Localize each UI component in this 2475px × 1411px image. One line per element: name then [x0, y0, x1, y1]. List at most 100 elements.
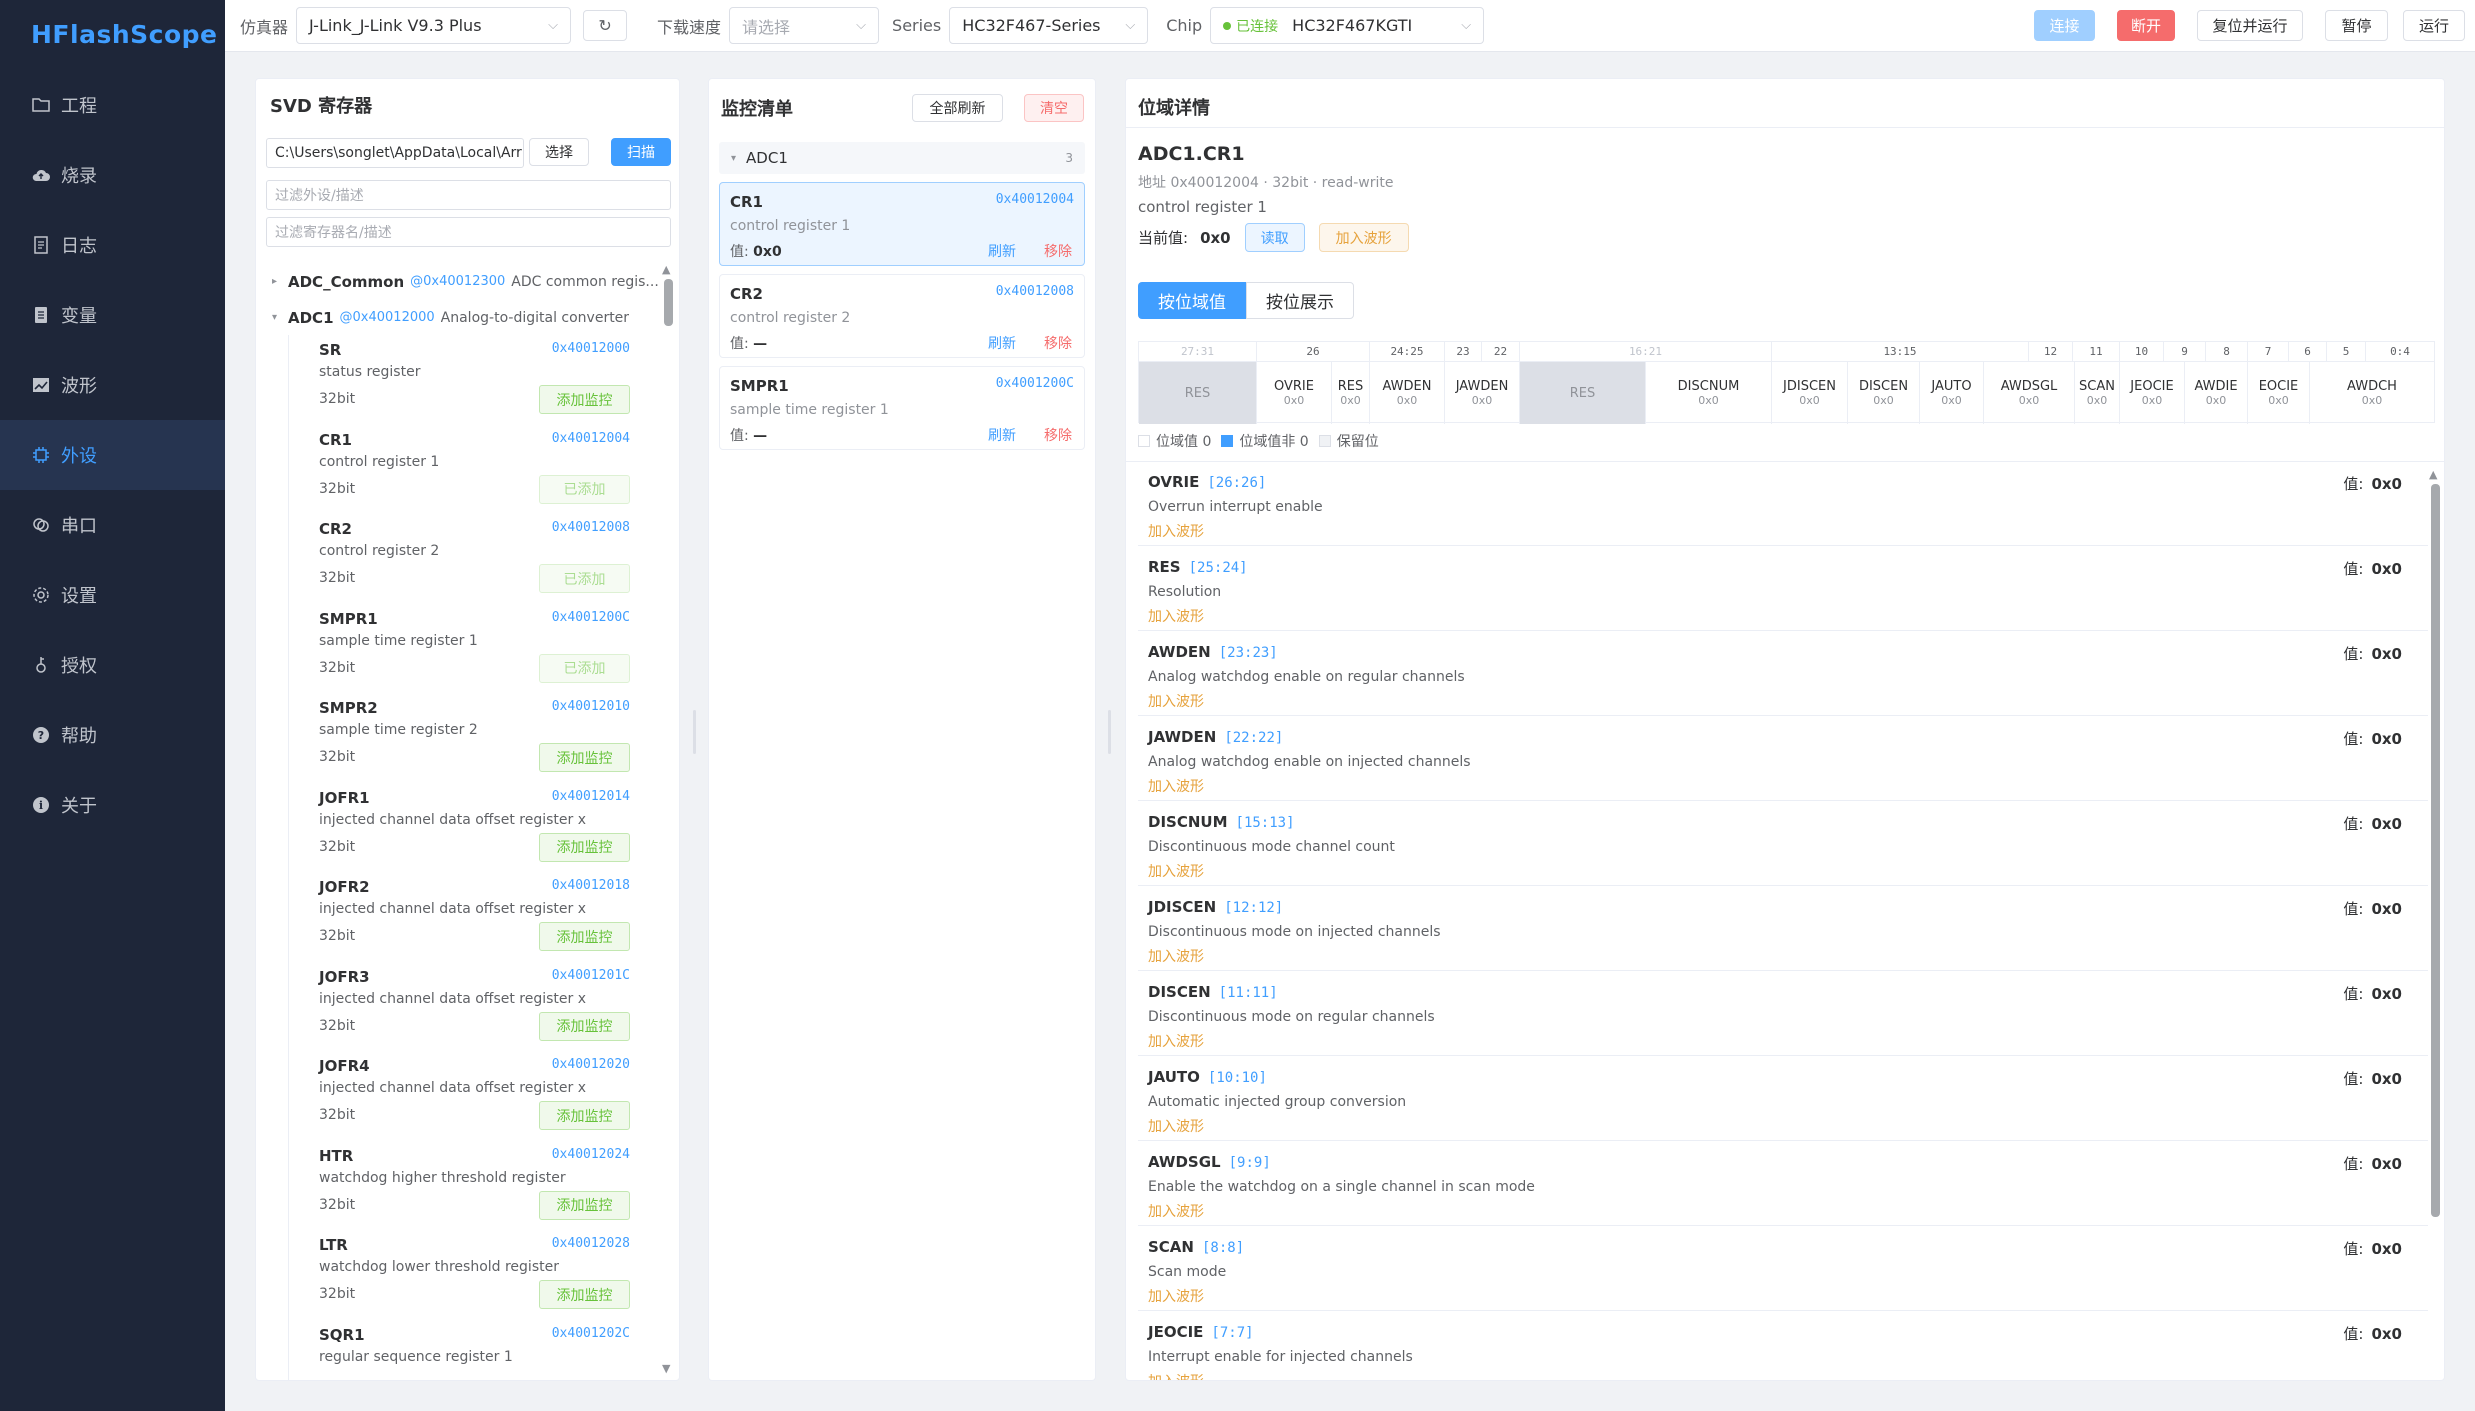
chip-select[interactable]: 已连接 HC32F467KGTI ⌵: [1210, 7, 1485, 44]
add-wave-link[interactable]: 加入波形: [1148, 1201, 1204, 1221]
read-button[interactable]: 读取: [1244, 223, 1305, 252]
series-select[interactable]: HC32F467-Series ⌵: [949, 7, 1149, 44]
register-item[interactable]: JOFR2 0x40012018 injected channel data off…: [289, 872, 654, 962]
remove-link[interactable]: 移除: [1044, 333, 1072, 353]
nav-item-log[interactable]: 日志: [0, 210, 225, 280]
register-item[interactable]: LTR 0x40012028 watchdog lower threshold re…: [289, 1230, 654, 1320]
register-item[interactable]: JOFR3 0x4001201C injected channel data off…: [289, 962, 654, 1052]
add-wave-link[interactable]: 加入波形: [1148, 1031, 1204, 1051]
add-monitor-button[interactable]: 添加监控: [539, 385, 630, 414]
nav-item-help[interactable]: ? 帮助: [0, 700, 225, 770]
monitor-item[interactable]: CR1 0x40012004 control register 1 值: 0x0…: [719, 182, 1085, 266]
field-row[interactable]: JEOCIE [7:7] Interrupt enable for injected…: [1138, 1311, 2428, 1380]
add-wave-link[interactable]: 加入波形: [1148, 691, 1204, 711]
tab-by-field[interactable]: 按位域值: [1138, 282, 1246, 319]
monitor-item[interactable]: SMPR1 0x4001200C sample time register 1 …: [719, 366, 1085, 450]
filter-peripheral-input[interactable]: 过滤外设/描述: [266, 180, 671, 210]
register-item[interactable]: SR 0x40012000 status register 32bit 添加监控: [289, 335, 654, 425]
refresh-all-button[interactable]: 全部刷新: [912, 94, 1003, 122]
register-item[interactable]: HTR 0x40012024 watchdog higher threshold r…: [289, 1141, 654, 1231]
peripheral-row-adc-common[interactable]: ▸ ADC_Common @0x40012300 ADC common regi…: [266, 263, 659, 300]
nav-item-about[interactable]: i 关于: [0, 770, 225, 840]
bitfield-cell[interactable]: AWDCH 0x0: [2310, 362, 2434, 424]
svd-scrollbar[interactable]: [664, 279, 673, 326]
peripheral-row-adc1[interactable]: ▾ ADC1 @0x40012000 Analog-to-digital con…: [266, 299, 629, 336]
bitfield-cell[interactable]: JAUTO 0x0: [1920, 362, 1984, 424]
register-item[interactable]: JOFR1 0x40012014 injected channel data off…: [289, 783, 654, 873]
register-item[interactable]: JOFR4 0x40012020 injected channel data off…: [289, 1051, 654, 1141]
bitfield-cell[interactable]: AWDEN 0x0: [1370, 362, 1445, 424]
add-wave-link[interactable]: 加入波形: [1148, 776, 1204, 796]
field-row[interactable]: SCAN [8:8] Scan mode 加入波形 值: 0x0: [1138, 1226, 2428, 1311]
splitter-handle[interactable]: [693, 710, 696, 754]
pause-button[interactable]: 暂停: [2325, 10, 2388, 41]
register-item[interactable]: SQR1 0x4001202C regular sequence register …: [289, 1320, 654, 1381]
field-row[interactable]: JAWDEN [22:22] Analog watchdog enable on i…: [1138, 716, 2428, 801]
bitfield-cell[interactable]: DISCEN 0x0: [1848, 362, 1920, 424]
monitor-group[interactable]: ▾ ADC1 3: [719, 142, 1085, 174]
nav-item-settings[interactable]: 设置: [0, 560, 225, 630]
bitfield-cell[interactable]: OVRIE 0x0: [1257, 362, 1332, 424]
bitfield-cell[interactable]: AWDSGL 0x0: [1984, 362, 2075, 424]
add-wave-link[interactable]: 加入波形: [1148, 606, 1204, 626]
bitfield-cell[interactable]: EOCIE 0x0: [2248, 362, 2310, 424]
reset-run-button[interactable]: 复位并运行: [2197, 10, 2303, 41]
add-wave-link[interactable]: 加入波形: [1148, 521, 1204, 541]
add-wave-link[interactable]: 加入波形: [1148, 861, 1204, 881]
field-row[interactable]: AWDSGL [9:9] Enable the watchdog on a sing…: [1138, 1141, 2428, 1226]
add-monitor-button[interactable]: 添加监控: [539, 832, 630, 862]
add-monitor-button[interactable]: 添加监控: [539, 743, 630, 772]
speed-select[interactable]: 请选择 ⌵: [729, 7, 880, 44]
add-monitor-button[interactable]: 添加监控: [539, 922, 630, 951]
refresh-link[interactable]: 刷新: [988, 241, 1016, 261]
tab-by-bit[interactable]: 按位展示: [1246, 282, 1354, 319]
bitfield-cell[interactable]: JAWDEN 0x0: [1445, 362, 1520, 424]
nav-item-project[interactable]: 工程: [0, 70, 225, 140]
remove-link[interactable]: 移除: [1044, 241, 1072, 261]
add-wave-link[interactable]: 加入波形: [1148, 946, 1204, 966]
add-monitor-button[interactable]: 添加监控: [539, 1280, 630, 1309]
field-row[interactable]: DISCEN [11:11] Discontinuous mode on regul…: [1138, 971, 2428, 1056]
run-button[interactable]: 运行: [2403, 10, 2465, 41]
choose-file-button[interactable]: 选择: [529, 138, 589, 166]
field-row[interactable]: RES [25:24] Resolution 加入波形 值: 0x0: [1138, 546, 2428, 631]
bitfield-cell[interactable]: RES 0x0: [1332, 362, 1370, 424]
bitfield-cell[interactable]: JDISCEN 0x0: [1772, 362, 1848, 424]
nav-item-variable[interactable]: 变量: [0, 280, 225, 350]
add-wave-button[interactable]: 加入波形: [1318, 223, 1409, 252]
remove-link[interactable]: 移除: [1044, 425, 1072, 445]
nav-item-license[interactable]: 授权: [0, 630, 225, 700]
scan-button[interactable]: 扫描: [611, 138, 671, 166]
monitor-item[interactable]: CR2 0x40012008 control register 2 值: — 刷…: [719, 274, 1085, 358]
bitfield-cell[interactable]: DISCNUM 0x0: [1646, 362, 1772, 424]
bitfield-cell[interactable]: AWDIE 0x0: [2185, 362, 2248, 424]
nav-item-flash[interactable]: 烧录: [0, 140, 225, 210]
nav-item-waveform[interactable]: 波形: [0, 350, 225, 420]
add-wave-link[interactable]: 加入波形: [1148, 1286, 1204, 1306]
nav-item-serial[interactable]: 串口: [0, 490, 225, 560]
nav-item-peripheral[interactable]: 外设: [0, 420, 225, 490]
bitfield-cell[interactable]: JEOCIE 0x0: [2120, 362, 2185, 424]
refresh-emulator-button[interactable]: ↻: [583, 10, 628, 41]
field-row[interactable]: JAUTO [10:10] Automatic injected group con…: [1138, 1056, 2428, 1141]
field-scrollbar[interactable]: [2431, 484, 2440, 1217]
disconnect-button[interactable]: 断开: [2117, 10, 2175, 41]
svd-path-input[interactable]: C:\Users\songlet\AppData\Local\Arr: [266, 138, 524, 168]
clear-button[interactable]: 清空: [1024, 94, 1084, 122]
refresh-link[interactable]: 刷新: [988, 333, 1016, 353]
field-row[interactable]: OVRIE [26:26] Overrun interrupt enable 加入波形…: [1138, 461, 2428, 546]
scroll-up-icon[interactable]: ▲: [662, 263, 670, 276]
add-monitor-button[interactable]: 添加监控: [539, 1101, 630, 1130]
register-item[interactable]: SMPR1 0x4001200C sample time register 1 32b…: [289, 604, 654, 694]
scroll-up-icon[interactable]: ▲: [2429, 468, 2437, 481]
field-row[interactable]: JDISCEN [12:12] Discontinuous mode on inje…: [1138, 886, 2428, 971]
register-item[interactable]: CR2 0x40012008 control register 2 32bit 已添加: [289, 514, 654, 604]
register-item[interactable]: SMPR2 0x40012010 sample time register 2 32b…: [289, 693, 654, 783]
filter-register-input[interactable]: 过滤寄存器名/描述: [266, 217, 671, 247]
add-wave-link[interactable]: 加入波形: [1148, 1371, 1204, 1380]
add-wave-link[interactable]: 加入波形: [1148, 1116, 1204, 1136]
bitfield-cell[interactable]: RES: [1139, 362, 1257, 424]
splitter-handle[interactable]: [1108, 710, 1111, 754]
bitfield-cell[interactable]: RES: [1520, 362, 1646, 424]
emulator-select[interactable]: J-Link_J-Link V9.3 Plus ⌵: [296, 7, 572, 44]
